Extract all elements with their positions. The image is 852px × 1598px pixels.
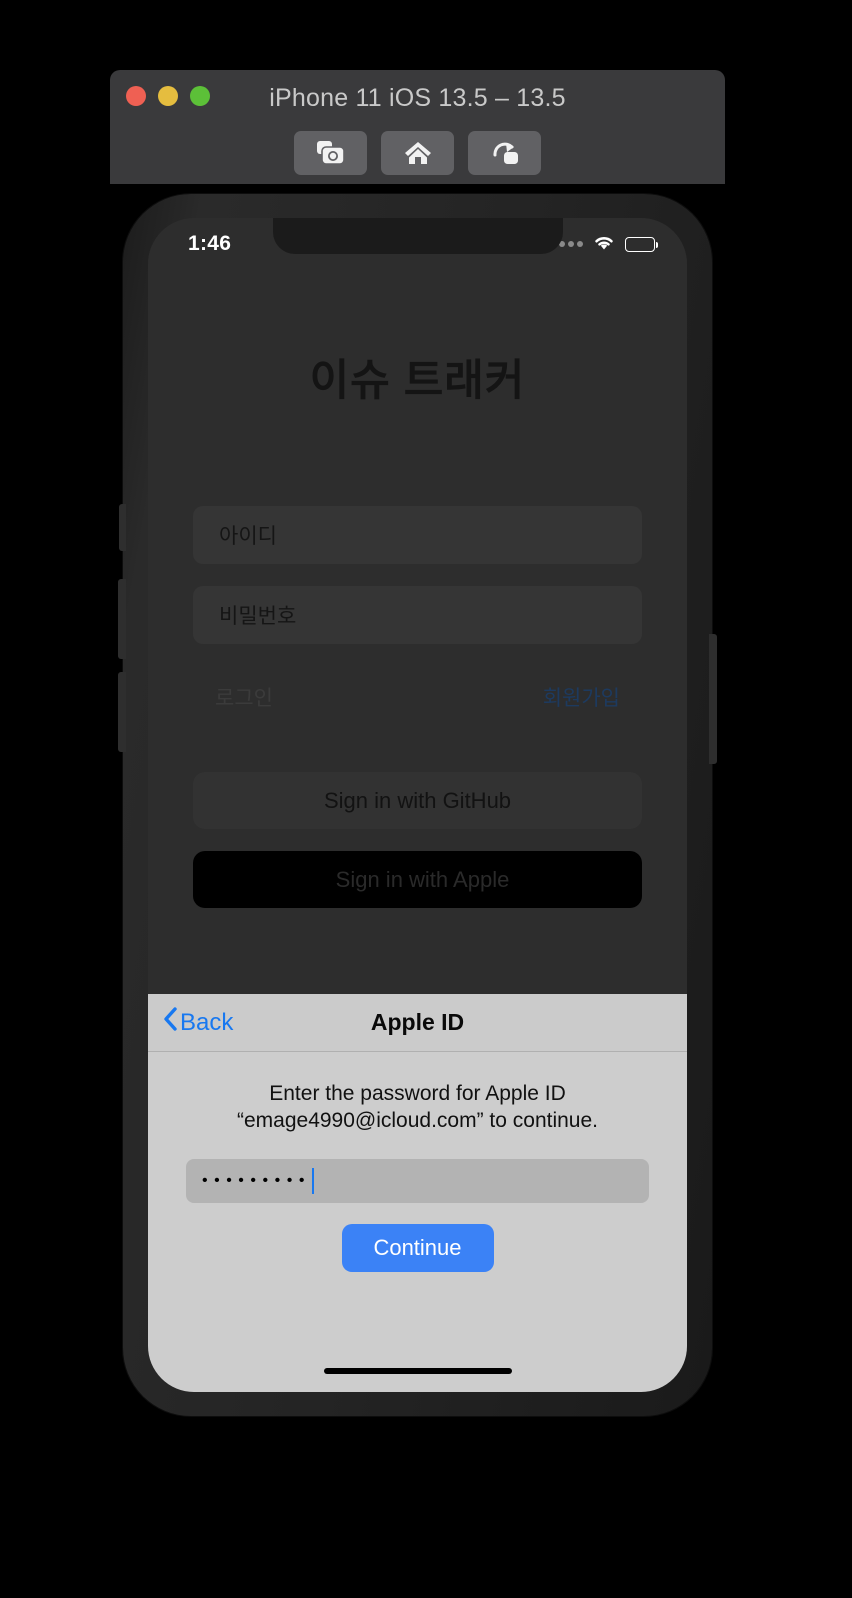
id-input[interactable]: 아이디	[193, 506, 642, 564]
sheet-message-line1: Enter the password for Apple ID	[269, 1082, 566, 1105]
screenshot-button[interactable]	[294, 131, 367, 175]
continue-button[interactable]: Continue	[341, 1223, 494, 1272]
wifi-icon	[592, 233, 616, 256]
rotate-icon	[490, 140, 520, 166]
simulator-toolbar	[110, 131, 725, 175]
simulator-titlebar: iPhone 11 iOS 13.5 – 13.5	[110, 70, 725, 184]
text-caret	[311, 1167, 315, 1194]
status-bar-indicators	[550, 233, 658, 256]
back-button-label: Back	[180, 1008, 234, 1036]
volume-up-button[interactable]	[118, 579, 126, 659]
rotate-button[interactable]	[468, 131, 541, 175]
apple-id-password-input[interactable]: •••••••••	[186, 1158, 649, 1203]
chevron-left-icon	[162, 1006, 178, 1039]
password-input-placeholder: 비밀번호	[219, 605, 297, 628]
home-icon	[403, 140, 433, 166]
password-input[interactable]: 비밀번호	[193, 586, 642, 644]
iphone-device-frame: 이슈 트래커 아이디 비밀번호 로그인 회원가입 Sign in with Gi…	[118, 194, 717, 1416]
page-title: 이슈 트래커	[309, 357, 526, 405]
apple-id-sheet: Back Apple ID Enter the password for App…	[148, 994, 687, 1392]
apple-button-label: Sign in with Apple	[335, 866, 510, 892]
screenshot-camera-icon	[316, 140, 346, 166]
home-indicator[interactable]	[323, 1368, 512, 1374]
github-button-label: Sign in with GitHub	[323, 787, 512, 813]
device-screen: 이슈 트래커 아이디 비밀번호 로그인 회원가입 Sign in with Gi…	[148, 218, 687, 1392]
continue-button-label: Continue	[373, 1234, 462, 1260]
password-masked-value: •••••••••	[202, 1171, 311, 1189]
home-button[interactable]	[381, 131, 454, 175]
signup-link[interactable]: 회원가입	[543, 682, 620, 712]
volume-down-button[interactable]	[118, 672, 126, 752]
sheet-body: Enter the password for Apple ID “emage49…	[148, 1052, 687, 1272]
silent-switch[interactable]	[119, 504, 126, 551]
battery-icon	[625, 236, 658, 252]
sheet-message: Enter the password for Apple ID “emage49…	[178, 1080, 657, 1135]
sign-in-with-apple-button[interactable]: Sign in with Apple	[193, 851, 642, 908]
device-notch	[272, 218, 563, 254]
simulator-window-title: iPhone 11 iOS 13.5 – 13.5	[269, 84, 566, 112]
sign-in-with-github-button[interactable]: Sign in with GitHub	[193, 772, 642, 829]
power-button[interactable]	[709, 634, 717, 764]
back-button[interactable]: Back	[148, 1006, 233, 1039]
status-bar-time: 1:46	[188, 232, 232, 255]
sheet-message-line2: “emage4990@icloud.com” to continue.	[236, 1109, 599, 1133]
id-input-placeholder: 아이디	[219, 525, 277, 548]
auth-links-row: 로그인 회원가입	[193, 682, 642, 712]
login-button[interactable]: 로그인	[215, 682, 273, 712]
sheet-navigation-bar: Back Apple ID	[148, 994, 687, 1052]
